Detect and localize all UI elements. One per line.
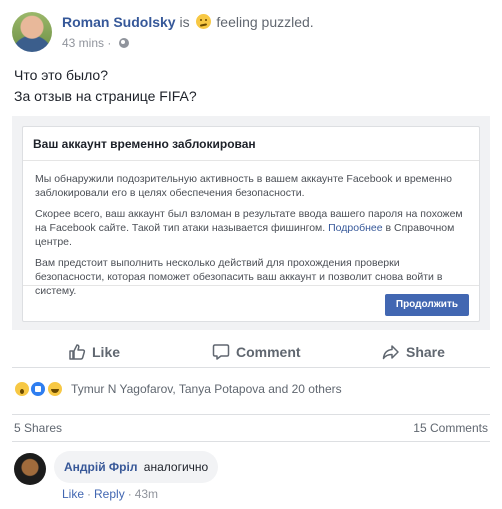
post-header: Roman Sudolsky is feeling puzzled. 43 mi…: [12, 10, 492, 54]
dialog-body: Мы обнаружили подозрительную активность …: [23, 161, 479, 298]
is-text: is: [179, 14, 190, 30]
author-avatar[interactable]: [12, 12, 52, 52]
comment-reply-link[interactable]: Reply: [94, 487, 125, 501]
comment-item: Андрій Фріл аналогично Like · Reply · 43m: [14, 451, 484, 505]
reactions-summary[interactable]: Tymur N Yagofarov, Tanya Potapova and 20…: [14, 380, 342, 400]
post-meta: 43 mins ·: [62, 36, 129, 50]
post-actions-bar: Like Comment Share: [12, 336, 490, 368]
dot-separator: ·: [127, 487, 132, 501]
comment-like-link[interactable]: Like: [62, 487, 84, 501]
puzzled-emoji-icon: [195, 14, 211, 29]
screenshot-attachment[interactable]: Ваш аккаунт временно заблокирован Мы обн…: [12, 116, 490, 330]
learn-more-link[interactable]: Подробнее: [328, 222, 382, 234]
comment-time[interactable]: 43m: [135, 487, 158, 501]
engagement-counts: 5 Shares 15 Comments: [12, 414, 490, 442]
comments-count[interactable]: 15 Comments: [413, 415, 488, 441]
feeling-text: feeling puzzled.: [216, 14, 314, 30]
commenter-avatar[interactable]: [14, 453, 46, 485]
wow-icon: [14, 381, 30, 397]
blocked-account-dialog: Ваш аккаунт временно заблокирован Мы обн…: [22, 126, 480, 322]
dialog-paragraph: Скорее всего, ваш аккаунт был взломан в …: [35, 207, 467, 249]
shares-count[interactable]: 5 Shares: [14, 415, 62, 441]
post-time[interactable]: 43 mins: [62, 36, 104, 50]
comment-icon: [212, 344, 230, 360]
comment-bubble: Андрій Фріл аналогично: [54, 451, 219, 483]
post-text: Что это было? За отзыв на странице FIFA?: [14, 65, 197, 107]
commenter-name[interactable]: Андрій Фріл: [64, 460, 137, 474]
like-button[interactable]: Like: [68, 340, 120, 364]
dialog-footer: Продолжить: [23, 285, 479, 321]
like-label: Like: [92, 344, 121, 360]
continue-button[interactable]: Продолжить: [384, 294, 469, 316]
comment-text: аналогично: [143, 460, 209, 474]
reaction-names[interactable]: Tymur N Yagofarov, Tanya Potapova and 20…: [71, 382, 342, 396]
comment-actions: Like · Reply · 43m: [62, 487, 158, 501]
thumbs-up-icon: [69, 344, 86, 360]
post-text-line: За отзыв на странице FIFA?: [14, 88, 197, 104]
dot-separator: ·: [107, 36, 112, 50]
globe-icon[interactable]: [118, 38, 129, 48]
post-text-line: Что это было?: [14, 67, 109, 83]
share-button[interactable]: Share: [382, 340, 445, 364]
share-arrow-icon: [382, 345, 399, 360]
author-name[interactable]: Roman Sudolsky: [62, 14, 176, 30]
comment-label: Comment: [236, 344, 301, 360]
dot-separator: ·: [87, 487, 92, 501]
share-label: Share: [406, 344, 445, 360]
like-icon: [30, 381, 47, 397]
comment-button[interactable]: Comment: [212, 340, 301, 364]
haha-icon: [46, 381, 63, 397]
dialog-title: Ваш аккаунт временно заблокирован: [23, 127, 479, 161]
post-header-line: Roman Sudolsky is feeling puzzled.: [62, 14, 314, 30]
dialog-paragraph: Мы обнаружили подозрительную активность …: [35, 173, 452, 199]
